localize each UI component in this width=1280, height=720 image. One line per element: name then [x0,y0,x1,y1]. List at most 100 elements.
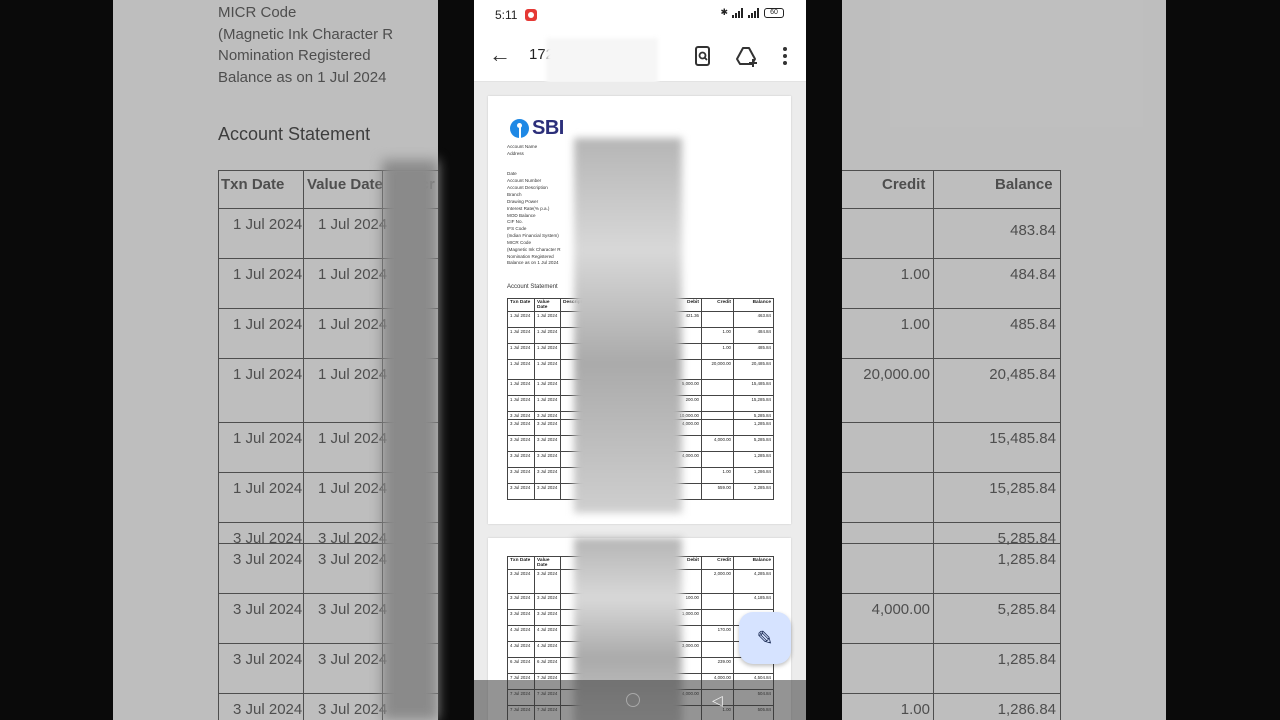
table-cell: 1 Jul 2024 [507,343,535,360]
screen-record-icon [525,9,537,21]
table-cell: 1,285.84 [733,451,774,468]
table-cell: 3 Jul 2024 [507,451,535,468]
table-cell: 3 Jul 2024 [534,609,561,626]
sbi-logo-icon [510,118,529,138]
signal-icon-2 [748,7,760,18]
table-cell: 3 Jul 2024 [507,593,535,610]
table-cell: 4 Jul 2024 [534,625,561,642]
table-cell: 484.84 [733,327,774,344]
table-cell: 1 Jul 2024 [507,311,535,328]
table-cell: 1,286.84 [733,467,774,484]
bluetooth-icon: ✱ [720,7,728,17]
table-header: Txn Date [507,556,535,570]
table-cell: 4 Jul 2024 [507,625,535,642]
table-cell [701,311,734,328]
table-cell: 1 Jul 2024 [534,343,561,360]
table-cell: 4 Jul 2024 [534,641,561,658]
system-navigation-bar: ◁ [474,680,806,720]
phone-screen: 5:11 ✱ 60 ← 172...J... [474,0,806,720]
table-cell: 3 Jul 2024 [534,569,561,594]
table-cell: 3 Jul 2024 [507,467,535,484]
table-cell: 3 Jul 2024 [534,467,561,484]
table-cell: 20,485.84 [733,359,774,380]
edit-annotate-button[interactable]: ✎ [739,612,791,664]
add-to-drive-icon[interactable] [735,44,759,68]
table-cell [701,411,734,420]
table-cell: 4,285.84 [733,569,774,594]
table-cell [701,609,734,626]
table-cell: 463.84 [733,311,774,328]
table-cell: 3 Jul 2024 [507,419,535,436]
back-nav-icon[interactable]: ◁ [712,692,723,709]
table-cell: 6 Jul 2024 [507,657,535,674]
info-label: Account Number [507,178,542,184]
info-label: Balance as on 1 Jul 2024 [507,260,559,266]
pdf-page-1: SBI Account Name Address Date Account Numbe… [488,96,791,524]
table-cell [701,419,734,436]
redaction-blur-page-1 [574,138,682,513]
status-bar: 5:11 ✱ 60 [474,0,806,30]
table-cell: 1 Jul 2024 [534,359,561,380]
search-document-icon[interactable] [691,44,715,68]
table-cell: 3 Jul 2024 [507,483,535,500]
table-header: Balance [733,556,774,570]
info-label: CIF No. [507,219,523,225]
info-label: Address [507,150,524,156]
info-label: (Indian Financial System) [507,233,559,239]
table-cell: 239.00 [701,657,734,674]
table-cell [701,379,734,396]
info-label: MOD Balance [507,212,536,218]
background-right-panel: Credit Balance 483.84 1.00 484.84 1.00 485.84 2… [842,0,1166,720]
table-cell: 15,285.84 [733,395,774,412]
table-cell: 1 Jul 2024 [507,379,535,396]
info-label: MICR Code [507,239,531,245]
table-header: Txn Date [507,298,535,312]
table-cell: 3 Jul 2024 [507,435,535,452]
table-cell: 5,285.84 [733,435,774,452]
table-cell: 15,485.84 [733,379,774,396]
table-header: Value Date [534,298,561,312]
table-header: Value Date [534,556,561,570]
battery-icon: 60 [764,7,784,18]
table-cell: 1 Jul 2024 [534,327,561,344]
table-cell: 559.00 [701,483,734,500]
table-cell: 2,285.84 [733,483,774,500]
app-toolbar: ← 172...J... [474,30,806,84]
info-label: Branch [507,191,522,197]
table-cell: 3 Jul 2024 [507,569,535,594]
info-label: Nomination Registered [507,253,554,259]
more-options-icon[interactable] [773,44,797,68]
info-label: Drawing Power [507,198,539,204]
sbi-logo: SBI [510,117,564,139]
info-label: (Magnetic Ink Character R [507,246,561,252]
home-nav-icon[interactable] [626,693,640,707]
table-cell: 3 Jul 2024 [534,451,561,468]
screen: MICR Code (Magnetic Ink Character R Nomina… [0,0,1280,720]
table-cell: 20,000.00 [701,359,734,380]
table-cell: 3 Jul 2024 [534,593,561,610]
table-cell: 4,185.84 [733,593,774,610]
info-label: Account Name [507,144,538,149]
info-label: IFS Code [507,226,527,232]
table-cell: 1.00 [701,343,734,360]
table-cell: 3 Jul 2024 [507,609,535,626]
background-blur-strip [382,160,438,720]
table-cell: 1.00 [701,467,734,484]
table-cell: 1 Jul 2024 [534,379,561,396]
back-arrow-icon[interactable]: ← [488,44,512,68]
table-header: Credit [701,556,734,570]
info-label: Interest Rate(% p.a.) [507,205,550,211]
table-cell: 1,285.84 [733,419,774,436]
status-time: 5:11 [495,8,518,22]
table-cell: 3 Jul 2024 [507,411,535,420]
table-cell: 3 Jul 2024 [534,411,561,420]
info-label: Account Description [507,185,548,191]
statement-heading: Account Statement [507,284,558,290]
status-icons: ✱ 60 [720,7,784,18]
table-cell: 1 Jul 2024 [507,359,535,380]
table-cell: 1 Jul 2024 [534,395,561,412]
signal-icon [732,7,744,18]
table-cell: 1 Jul 2024 [507,395,535,412]
table-cell: 5,285.84 [733,411,774,420]
table-cell: 1.00 [701,327,734,344]
